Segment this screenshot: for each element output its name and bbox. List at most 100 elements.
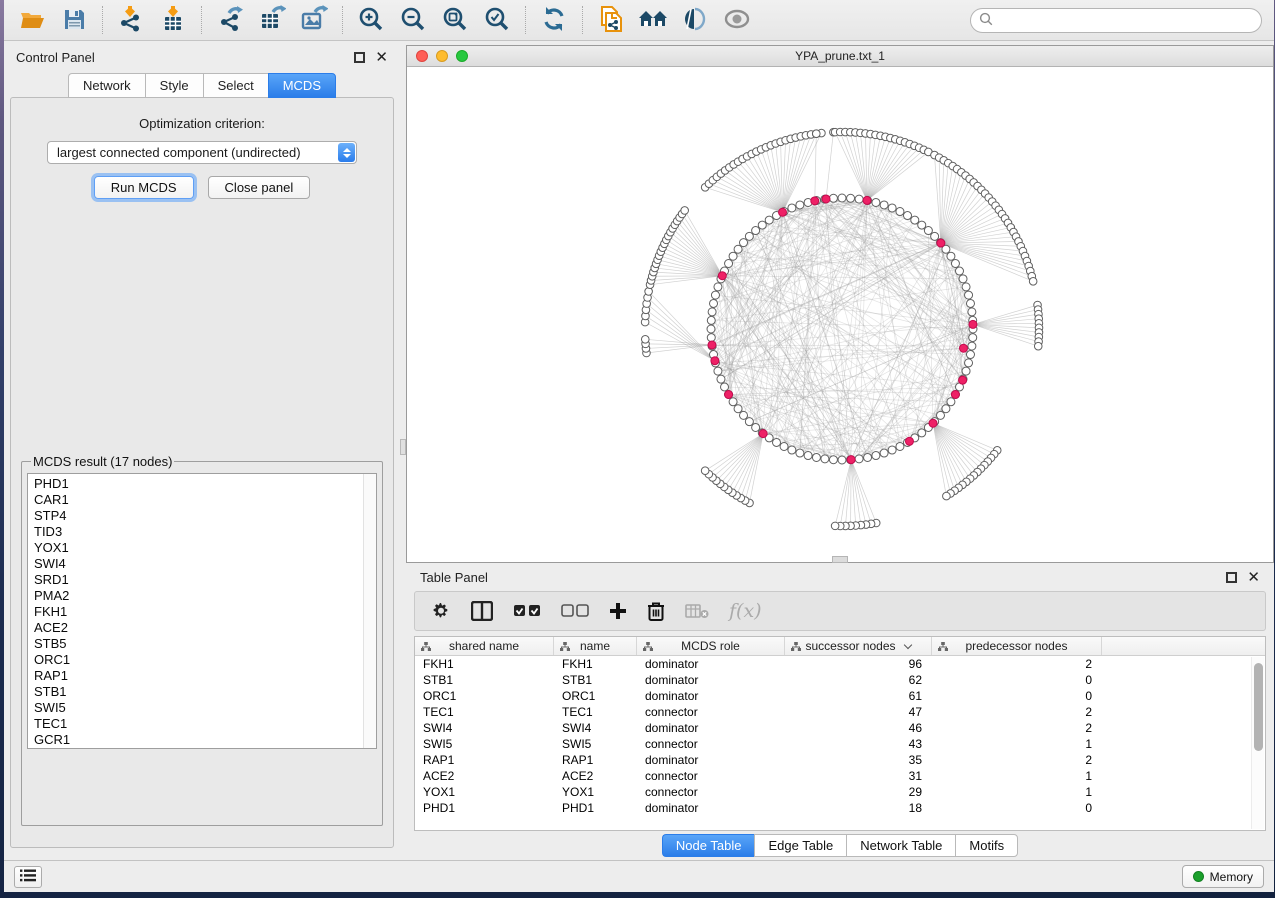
table-row[interactable]: ACE2ACE2connector311 [415,768,1265,784]
import-table-button[interactable] [153,3,193,37]
graph-node[interactable] [911,216,919,224]
column-header-predecessor-nodes[interactable]: predecessor nodes [932,637,1102,655]
graph-node[interactable] [773,438,781,446]
mcds-result-item[interactable]: RAP1 [34,668,376,684]
cell-name[interactable]: SWI4 [554,720,637,736]
graph-node[interactable] [721,383,729,391]
graph-node[interactable] [951,391,959,399]
graph-node[interactable] [740,239,748,247]
graph-node[interactable] [959,344,967,352]
toggle-graphics-details-button[interactable] [675,3,715,37]
graph-node[interactable] [714,283,722,291]
graph-node[interactable] [966,351,974,359]
cell-mcds-role[interactable]: connector [637,704,785,720]
mcds-result-item[interactable]: STB5 [34,636,376,652]
close-panel-icon[interactable]: ✕ [375,52,388,63]
graph-node[interactable] [759,430,767,438]
cell-mcds-role[interactable]: connector [637,784,785,800]
graph-node[interactable] [711,291,719,299]
graph-node[interactable] [962,283,970,291]
graph-node[interactable] [855,455,863,463]
cell-predecessor-nodes[interactable]: 0 [932,800,1102,816]
column-header-successor-nodes[interactable]: successor nodes [785,637,932,655]
cell-mcds-role[interactable]: dominator [637,656,785,672]
table-row[interactable]: RAP1RAP1dominator352 [415,752,1265,768]
graph-node[interactable] [780,442,788,450]
import-network-button[interactable] [111,3,151,37]
graph-node[interactable] [729,252,737,260]
graph-node[interactable] [718,272,726,280]
tab-node-table[interactable]: Node Table [662,834,755,857]
graph-node[interactable] [896,442,904,450]
memory-button[interactable]: Memory [1182,865,1264,888]
export-network-button[interactable] [210,3,250,37]
cell-mcds-role[interactable]: dominator [637,800,785,816]
graph-node[interactable] [641,336,649,344]
table-scrollbar-thumb[interactable] [1254,663,1263,751]
mcds-result-item[interactable]: GCR1 [34,732,376,748]
graph-node[interactable] [847,456,855,464]
cell-name[interactable]: YOX1 [554,784,637,800]
graph-node[interactable] [725,391,733,399]
graph-node[interactable] [707,316,715,324]
cell-predecessor-nodes[interactable]: 1 [932,784,1102,800]
graph-node[interactable] [937,239,945,247]
graph-node[interactable] [863,196,871,204]
graph-node[interactable] [904,212,912,220]
graph-node[interactable] [708,308,716,316]
float-panel-icon[interactable] [354,52,365,63]
graph-node[interactable] [965,291,973,299]
function-builder-icon[interactable]: f(x) [729,600,762,622]
node-table[interactable]: shared namenameMCDS rolesuccessor nodesp… [414,636,1266,831]
cell-shared-name[interactable]: PHD1 [415,800,554,816]
horizontal-splitter-grip[interactable] [832,556,848,563]
deselect-all-checkboxes-icon[interactable] [561,604,589,618]
graph-node[interactable] [707,334,715,342]
cell-name[interactable]: PHD1 [554,800,637,816]
cell-predecessor-nodes[interactable]: 1 [932,736,1102,752]
optimization-criterion-select[interactable]: largest connected component (undirected) [47,141,357,164]
graph-node[interactable] [880,449,888,457]
graph-node[interactable] [968,342,976,350]
add-column-icon[interactable] [609,602,627,620]
open-file-button[interactable] [12,3,52,37]
mcds-result-item[interactable]: STP4 [34,508,376,524]
cell-shared-name[interactable]: YOX1 [415,784,554,800]
cell-successor-nodes[interactable]: 61 [785,688,932,704]
graph-node[interactable] [864,453,872,461]
graph-node[interactable] [811,197,819,205]
delete-columns-trash-icon[interactable] [647,601,665,621]
graph-node[interactable] [829,194,837,202]
table-row[interactable]: SWI4SWI4dominator462 [415,720,1265,736]
graph-node[interactable] [796,201,804,209]
network-window-titlebar[interactable]: YPA_prune.txt_1 [407,46,1273,67]
network-canvas[interactable] [407,67,1273,562]
graph-node[interactable] [734,245,742,253]
graph-node[interactable] [711,357,719,365]
cell-successor-nodes[interactable]: 43 [785,736,932,752]
column-header-MCDS-role[interactable]: MCDS role [637,637,785,655]
cell-successor-nodes[interactable]: 29 [785,784,932,800]
tab-select[interactable]: Select [203,73,268,98]
graph-node[interactable] [951,260,959,268]
cell-predecessor-nodes[interactable]: 2 [932,752,1102,768]
table-row[interactable]: FKH1FKH1dominator962 [415,656,1265,672]
mcds-result-item[interactable]: CAR1 [34,492,376,508]
mcds-result-item[interactable]: FKH1 [34,604,376,620]
cell-mcds-role[interactable]: connector [637,768,785,784]
graph-node[interactable] [822,195,830,203]
graph-node[interactable] [788,446,796,454]
graph-node[interactable] [905,437,913,445]
close-panel-button[interactable]: Close panel [208,176,311,199]
graph-node[interactable] [942,405,950,413]
cell-name[interactable]: FKH1 [554,656,637,672]
graph-node[interactable] [812,130,820,138]
graph-node[interactable] [725,260,733,268]
graph-node[interactable] [943,492,951,500]
graph-node[interactable] [821,455,829,463]
mcds-result-item[interactable]: ORC1 [34,652,376,668]
graph-node[interactable] [918,429,926,437]
cell-mcds-role[interactable]: dominator [637,688,785,704]
cell-successor-nodes[interactable]: 96 [785,656,932,672]
cell-predecessor-nodes[interactable]: 2 [932,704,1102,720]
